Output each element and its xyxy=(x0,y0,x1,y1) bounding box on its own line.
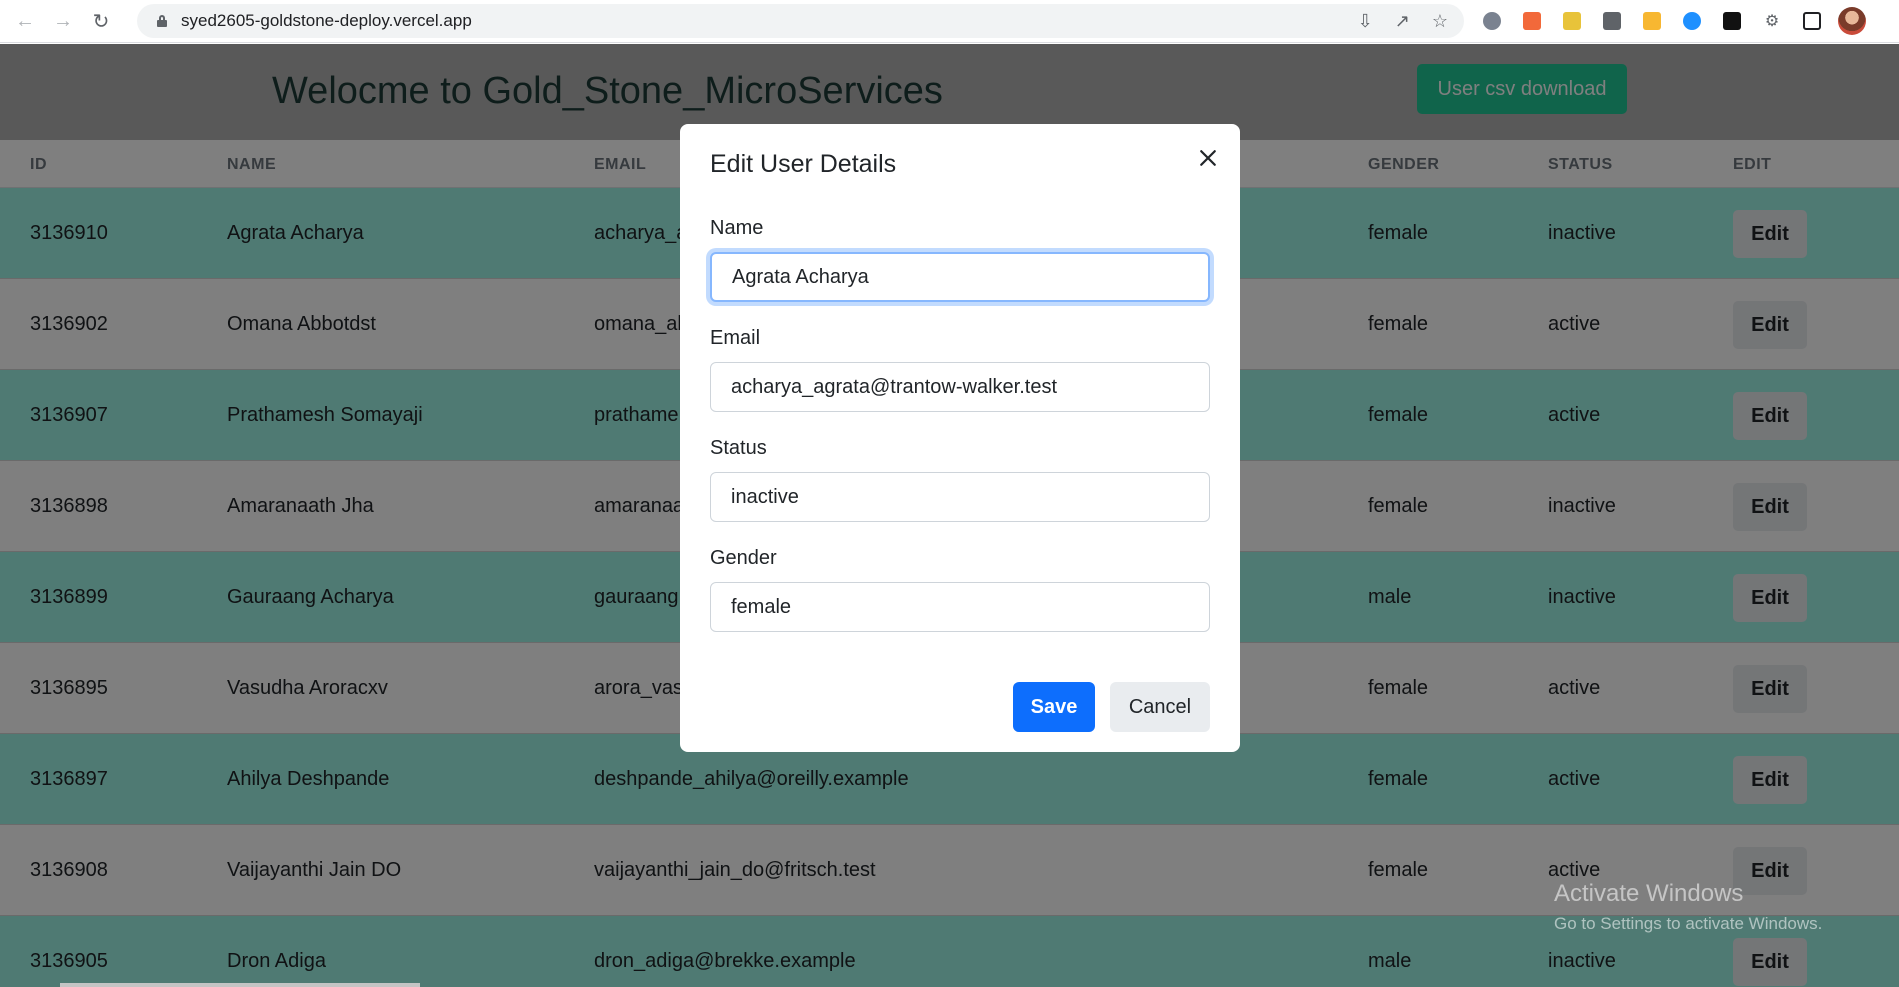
gender-input[interactable] xyxy=(710,582,1210,632)
status-label: Status xyxy=(710,437,767,459)
address-bar[interactable]: syed2605-goldstone-deploy.vercel.app ⇩ ↗… xyxy=(137,4,1464,38)
forward-icon[interactable]: → xyxy=(48,6,78,36)
close-icon[interactable] xyxy=(1194,144,1222,172)
extension-cross-icon[interactable] xyxy=(1558,7,1586,35)
watermark-subtitle: Go to Settings to activate Windows. xyxy=(1554,914,1823,933)
reload-icon[interactable]: ↻ xyxy=(86,6,116,36)
modal-title: Edit User Details xyxy=(710,150,897,178)
extension-color-icon[interactable] xyxy=(1678,7,1706,35)
gender-label: Gender xyxy=(710,547,777,569)
star-icon[interactable]: ☆ xyxy=(1432,11,1448,32)
extensions-icon[interactable]: ⚙ xyxy=(1758,7,1786,35)
share-icon[interactable]: ↗ xyxy=(1395,11,1410,32)
email-input[interactable] xyxy=(710,362,1210,412)
windows-activation-watermark: Activate Windows Go to Settings to activ… xyxy=(1554,880,1822,934)
name-label: Name xyxy=(710,217,764,239)
lock-icon xyxy=(157,15,167,27)
side-panel-icon[interactable] xyxy=(1798,7,1826,35)
install-icon[interactable]: ⇩ xyxy=(1358,11,1373,32)
browser-toolbar: ← → ↻ syed2605-goldstone-deploy.vercel.a… xyxy=(0,0,1899,43)
profile-avatar[interactable] xyxy=(1838,7,1866,35)
edit-user-modal: Edit User Details Name Email Status Gend… xyxy=(680,124,1240,752)
extension-grid-icon[interactable] xyxy=(1598,7,1626,35)
back-icon[interactable]: ← xyxy=(10,6,40,36)
watermark-title: Activate Windows xyxy=(1554,880,1744,907)
url-text: syed2605-goldstone-deploy.vercel.app xyxy=(181,11,472,30)
extension-a-icon[interactable] xyxy=(1718,7,1746,35)
email-label: Email xyxy=(710,327,761,349)
extension-pen-icon[interactable] xyxy=(1638,7,1666,35)
name-input[interactable] xyxy=(710,252,1210,302)
extension-link-icon[interactable] xyxy=(1518,7,1546,35)
extension-bug-icon[interactable] xyxy=(1478,7,1506,35)
horizontal-scrollbar[interactable] xyxy=(60,983,420,987)
cancel-button[interactable]: Cancel xyxy=(1110,682,1210,732)
save-button[interactable]: Save xyxy=(1013,682,1095,732)
status-input[interactable] xyxy=(710,472,1210,522)
